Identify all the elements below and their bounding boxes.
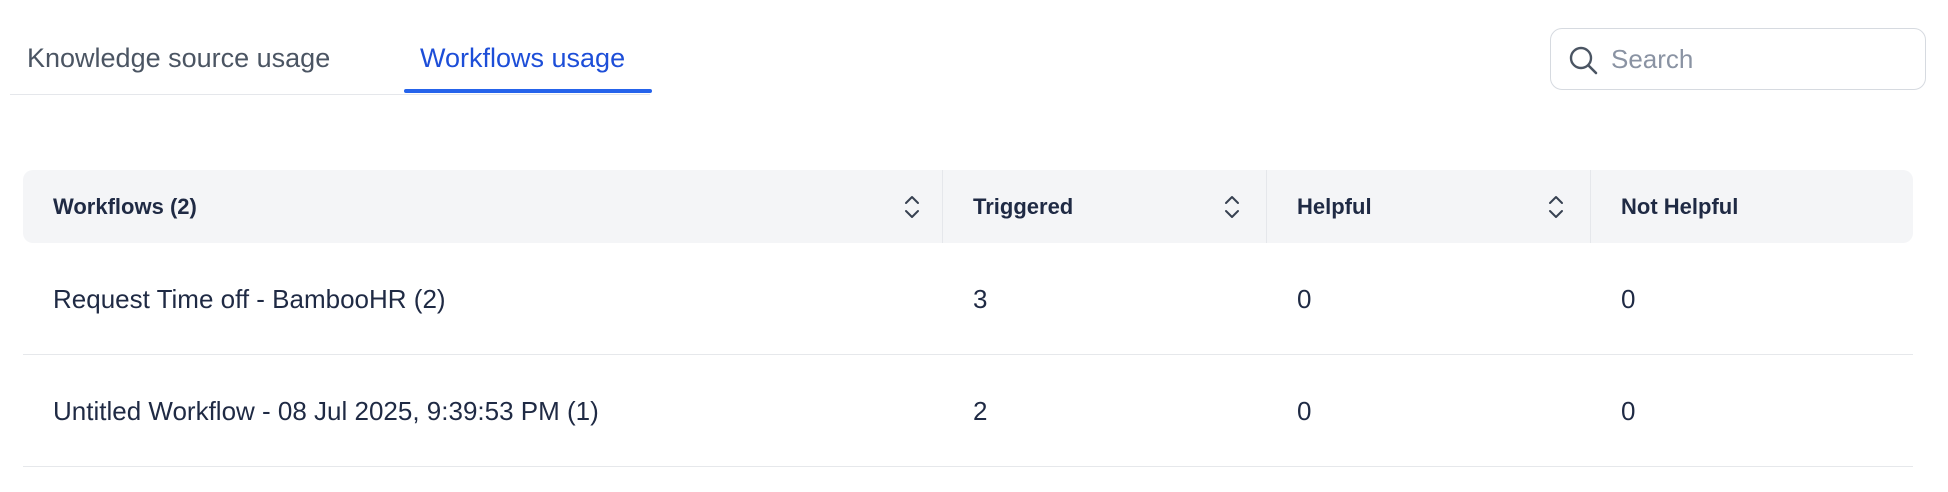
search-input[interactable] [1611, 39, 1911, 79]
table-row[interactable]: Request Time off - BambooHR (2) 3 0 0 [23, 243, 1913, 355]
search-box[interactable] [1550, 28, 1926, 90]
table-row[interactable]: Untitled Workflow - 08 Jul 2025, 9:39:53… [23, 355, 1913, 467]
column-divider [1266, 170, 1267, 243]
sort-workflows-icon[interactable] [903, 192, 921, 222]
usage-tabs: Knowledge source usage Workflows usage [10, 0, 652, 95]
tab-workflows-usage[interactable]: Workflows usage [420, 40, 625, 76]
cell-not-helpful: 0 [1621, 395, 1636, 426]
cell-helpful: 0 [1297, 283, 1312, 314]
sort-helpful-icon[interactable] [1547, 192, 1565, 222]
cell-not-helpful: 0 [1621, 283, 1636, 314]
cell-triggered: 2 [973, 395, 988, 426]
workflows-table: Workflows (2) Triggered Helpful Not Help… [23, 170, 1913, 467]
tab-knowledge-source-usage[interactable]: Knowledge source usage [27, 40, 330, 76]
cell-triggered: 3 [973, 283, 988, 314]
column-header-workflows: Workflows (2) [53, 193, 197, 219]
cell-workflow-name: Request Time off - BambooHR (2) [53, 283, 446, 314]
column-divider [1590, 170, 1591, 243]
cell-workflow-name: Untitled Workflow - 08 Jul 2025, 9:39:53… [53, 395, 599, 426]
column-header-not-helpful: Not Helpful [1621, 193, 1739, 219]
column-divider [942, 170, 943, 243]
active-tab-indicator [404, 89, 652, 93]
search-icon [1569, 46, 1598, 75]
table-header: Workflows (2) Triggered Helpful Not Help… [23, 170, 1913, 243]
cell-helpful: 0 [1297, 395, 1312, 426]
sort-triggered-icon[interactable] [1223, 192, 1241, 222]
workflows-usage-page: Knowledge source usage Workflows usage W… [0, 0, 1948, 492]
